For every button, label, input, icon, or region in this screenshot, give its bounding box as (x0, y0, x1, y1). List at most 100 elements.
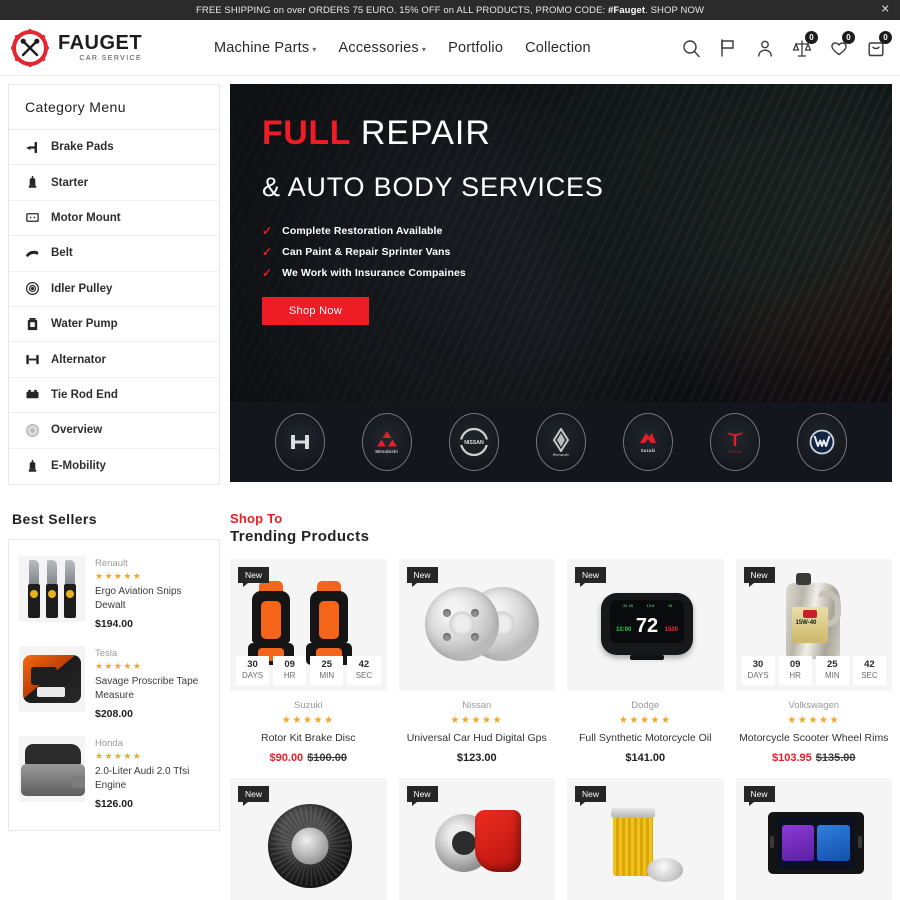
e-mobility-icon (25, 459, 40, 474)
hero-title-white: REPAIR (360, 114, 491, 152)
brand-logo-suzuki[interactable]: Suzuki (623, 413, 674, 471)
sale-price: $103.95 (771, 751, 812, 764)
hero-shop-now-button[interactable]: Shop Now (262, 297, 369, 325)
compare-scales-icon[interactable]: 0 (792, 30, 818, 58)
brand-logo-strip: Mitsubishi NISSAN Renault Suzuki Tesla (230, 402, 892, 482)
sidebar-label: Tie Rod End (51, 388, 118, 401)
promo-text-lead: FREE SHIPPING on over ORDERS 75 EURO. 15… (195, 4, 609, 16)
product-card[interactable]: New (398, 558, 556, 764)
product-card[interactable]: New 15W-40 30 DAYS 09 HR 25 MIN 42 SEC V… (735, 558, 892, 764)
product-brand: Volkswagen (788, 699, 840, 711)
check-icon: ✓ (262, 245, 273, 259)
countdown-value: 25 (321, 658, 333, 670)
countdown-label: HR (283, 670, 296, 680)
rating-stars: ★★★★★ (618, 714, 672, 726)
sidebar-item-idler-pulley[interactable]: Idler Pulley (9, 272, 219, 307)
compare-count-badge: 0 (805, 30, 818, 44)
status-badge: New (743, 566, 775, 588)
trending-products-section: Shop To Trending Products New 30 DAYS 09… (230, 511, 892, 900)
page-content: Category Menu Brake Pads Starter Motor M… (0, 84, 900, 900)
product-card[interactable]: New (735, 777, 892, 900)
rating-stars: ★★★★★ (95, 750, 143, 761)
product-card[interactable]: New 30 DAYS 09 HR 25 MIN 42 SEC Suzuki ★… (230, 558, 387, 764)
status-badge: New (575, 566, 607, 588)
brand-logo-renault[interactable]: Renault (535, 413, 586, 471)
overview-icon (25, 423, 40, 438)
search-icon[interactable] (681, 38, 701, 58)
main-nav: Machine Parts ▾ Accessories ▾ Portfolio … (214, 40, 591, 56)
sale-price: $90.00 (269, 751, 304, 764)
list-item[interactable]: Renault ★★★★★ Ergo Aviation Snips Dewalt… (17, 550, 211, 640)
brand-logo-tesla[interactable]: Tesla (710, 413, 761, 471)
product-image: New (735, 777, 892, 900)
list-item[interactable]: Tesla ★★★★★ Savage Proscribe Tape Measur… (17, 640, 211, 730)
svg-text:NISSAN: NISSAN (464, 440, 484, 446)
product-name: Motorcycle Scooter Wheel Rims (739, 731, 889, 744)
best-sellers-title: Best Sellers (12, 510, 97, 527)
product-brand: Nissan (462, 699, 492, 711)
countdown-days: 30 DAYS (741, 655, 775, 685)
nav-item-machine-parts[interactable]: Machine Parts ▾ (214, 40, 317, 56)
brand-logo-text: Suzuki (640, 448, 656, 453)
product-card[interactable]: New (398, 777, 555, 900)
wishlist-count-badge: 0 (842, 30, 855, 44)
countdown-value: 42 (864, 658, 875, 670)
brand-logo-mitsubishi[interactable]: Mitsubishi (361, 413, 412, 471)
rating-stars: ★★★★★ (281, 714, 335, 726)
brand-tagline: CAR SERVICE (79, 55, 143, 62)
cart-bag-icon[interactable]: 0 (866, 30, 892, 58)
hero-banner: FULL REPAIR & AUTO BODY SERVICES ✓ Compl… (230, 84, 892, 402)
sidebar-item-alternator[interactable]: Alternator (9, 342, 219, 378)
rating-stars: ★★★★★ (95, 660, 143, 671)
lower-row: Best Sellers Renault ★★★★★ Ergo Aviation… (8, 511, 892, 900)
product-image: New (398, 777, 555, 900)
sidebar-label: E-Mobility (51, 460, 106, 473)
sidebar-item-belt[interactable]: Belt (9, 236, 219, 272)
brand-logo-honda[interactable] (274, 413, 325, 471)
original-price: $135.00 (815, 751, 856, 764)
hero-title: FULL REPAIR (262, 116, 892, 150)
list-item[interactable]: Honda ★★★★★ 2.0-Liter Audi 2.0 Tfsi Engi… (17, 730, 211, 820)
product-card[interactable]: New -31 40 13.6 15 72 10:00 1500 Dodge ★… (567, 558, 724, 764)
brand-logo-nissan[interactable]: NISSAN (448, 413, 499, 471)
brand-wordmark: FAUGET CAR SERVICE (58, 33, 142, 62)
site-header: FAUGET CAR SERVICE Machine Parts ▾ Acces… (0, 20, 900, 76)
chevron-down-icon: ▾ (312, 44, 317, 54)
sidebar-item-tie-rod-end[interactable]: Tie Rod End (9, 378, 219, 414)
sidebar-item-overview[interactable]: Overview (9, 413, 219, 449)
sidebar-item-e-mobility[interactable]: E-Mobility (9, 449, 219, 484)
flag-icon[interactable] (718, 38, 738, 58)
countdown-label: SEC (355, 670, 373, 680)
product-card[interactable]: New (567, 777, 724, 900)
tie-rod-icon (25, 387, 40, 402)
product-image: New 15W-40 30 DAYS 09 HR 25 MIN 42 SEC (735, 558, 892, 691)
product-info: Nissan ★★★★★ Universal Car Hud Digital G… (399, 691, 556, 764)
countdown-seconds: 42 SEC (852, 655, 886, 685)
sidebar-item-motor-mount[interactable]: Motor Mount (9, 201, 219, 237)
product-card[interactable]: New (230, 777, 387, 900)
countdown-value: 09 (789, 658, 801, 670)
product-image: New -31 40 13.6 15 72 10:00 1500 (567, 558, 724, 691)
nav-item-collection[interactable]: Collection (525, 40, 591, 56)
product-price: $194.00 (95, 617, 133, 630)
brand-name: FAUGET (58, 32, 143, 54)
close-icon[interactable]: ✕ (881, 4, 890, 16)
status-badge: New (238, 785, 270, 806)
nav-item-accessories[interactable]: Accessories ▾ (339, 40, 427, 56)
brand-logo-volkswagen[interactable] (797, 413, 848, 471)
sidebar-item-brake-pads[interactable]: Brake Pads (9, 130, 219, 166)
product-name: 2.0-Liter Audi 2.0 Tfsi Engine (95, 765, 190, 792)
heart-icon[interactable]: 0 (829, 30, 855, 58)
sidebar-label: Alternator (51, 353, 106, 366)
countdown-minutes: 25 MIN (815, 655, 849, 685)
sidebar-item-water-pump[interactable]: Water Pump (9, 307, 219, 343)
sidebar-item-starter[interactable]: Starter (9, 165, 219, 201)
sidebar-label: Belt (51, 247, 73, 260)
countdown-seconds: 42 SEC (347, 655, 381, 685)
brand-logo[interactable]: FAUGET CAR SERVICE (10, 28, 210, 68)
promo-text-tail: . SHOP NOW (645, 4, 705, 16)
trending-title: Trending Products (230, 527, 370, 545)
user-icon[interactable] (755, 38, 775, 58)
nav-item-portfolio[interactable]: Portfolio (448, 40, 503, 56)
countdown-value: 30 (247, 658, 258, 670)
